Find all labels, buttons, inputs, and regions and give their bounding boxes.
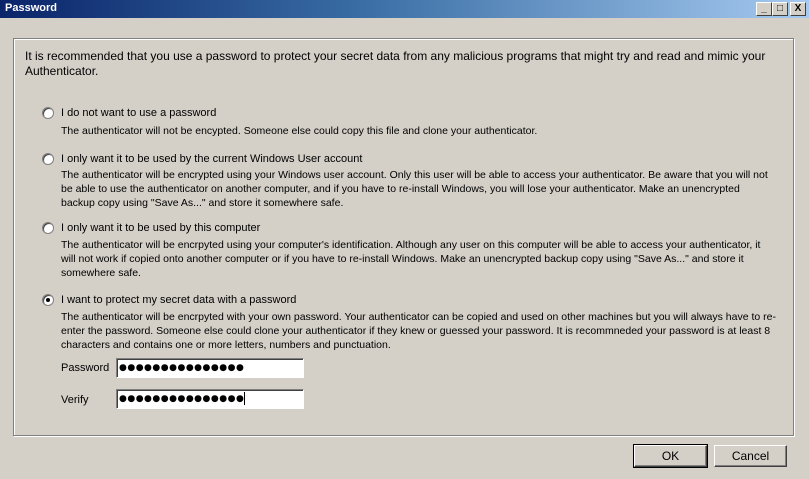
verify-label: Verify [61,394,89,406]
window-title: Password [5,2,57,14]
radio-no-password[interactable] [42,107,54,119]
option-desc-own-password: The authenticator will be encrpyted with… [61,311,776,351]
close-button[interactable]: X [790,2,806,16]
radio-windows-user[interactable] [42,153,54,165]
cancel-button[interactable]: Cancel [714,445,787,467]
option-label-windows-user[interactable]: I only want it to be used by the current… [61,153,362,166]
option-desc-this-computer: The authenticator will be encrpyted usin… [61,239,761,279]
option-label-own-password[interactable]: I want to protect my secret data with a … [61,294,296,307]
title-bar[interactable]: Password _ □ X [0,0,809,18]
option-label-this-computer[interactable]: I only want it to be used by this comput… [61,222,260,235]
minimize-button[interactable]: _ [756,2,772,16]
password-input[interactable]: ●●●●●●●●●●●●●●● [116,358,304,378]
option-label-no-password[interactable]: I do not want to use a password [61,107,216,120]
intro-text: It is recommended that you use a passwor… [25,49,766,78]
verify-value: ●●●●●●●●●●●●●●● [119,394,245,404]
verify-input[interactable]: ●●●●●●●●●●●●●●● [116,389,304,409]
text-caret [244,392,246,405]
password-label: Password [61,362,110,374]
maximize-button[interactable]: □ [772,2,788,16]
option-desc-windows-user: The authenticator will be encrypted usin… [61,169,768,209]
ok-button[interactable]: OK [633,444,708,468]
option-desc-no-password: The authenticator will not be encypted. … [61,125,538,137]
radio-this-computer[interactable] [42,222,54,234]
password-value: ●●●●●●●●●●●●●●● [119,363,245,373]
radio-own-password[interactable] [42,294,54,306]
